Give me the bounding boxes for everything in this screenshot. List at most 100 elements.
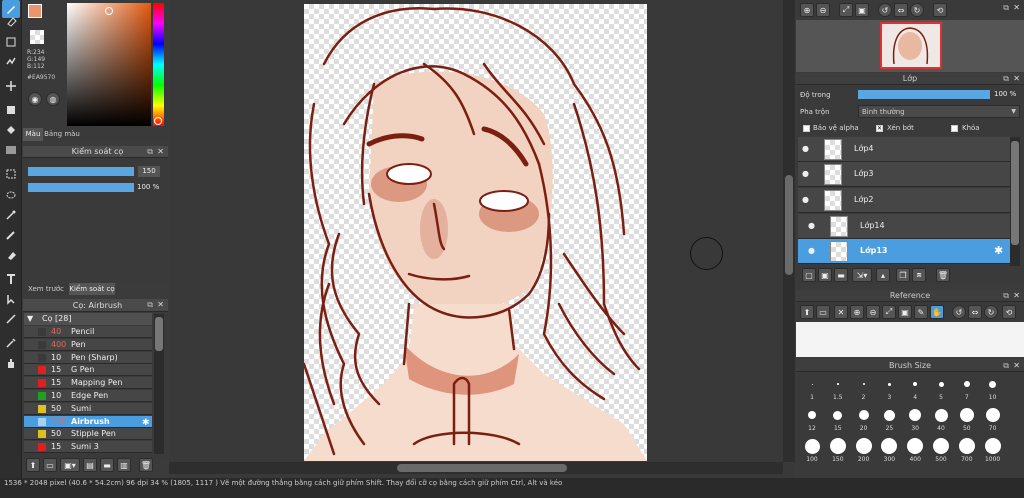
brush-size-preset[interactable]: 4 (903, 374, 927, 404)
delete-layer-icon[interactable]: 🗑 (936, 268, 950, 282)
canvas-vertical-scrollbar[interactable] (783, 0, 795, 462)
tab-color[interactable]: Màu (23, 128, 43, 141)
maximize-icon[interactable]: ⧉ (147, 300, 153, 310)
close-icon[interactable]: ✕ (157, 147, 164, 156)
color-mixer-icon[interactable]: ◍ (46, 92, 60, 106)
zoom-in-icon[interactable]: ⊕ (800, 3, 814, 17)
layer-list-scrollbar[interactable] (1010, 137, 1020, 267)
brush-size-preset[interactable]: 7 (955, 374, 979, 404)
maximize-icon[interactable]: ⧉ (1003, 74, 1009, 84)
move-tool-icon[interactable] (2, 77, 20, 95)
layer-opacity-slider[interactable] (858, 90, 990, 99)
layer-row[interactable]: ● Lớp4 (798, 137, 1010, 162)
tab-brush-control[interactable]: Kiểm soát cọ (69, 283, 115, 295)
lasso-select-tool-icon[interactable] (2, 186, 20, 204)
zoom-out-icon[interactable]: ⊖ (816, 3, 830, 17)
new-layer-copy-icon[interactable]: ▣ (818, 268, 832, 282)
actual-size-icon[interactable]: ▣ (855, 3, 869, 17)
add-brush-icon[interactable]: ⬆ (26, 458, 40, 472)
brush-list-item[interactable]: 150 Airbrush (24, 415, 152, 428)
navigator-preview-area[interactable] (796, 20, 1024, 72)
ref-load-icon[interactable]: ⬆ (800, 305, 814, 319)
layer-row[interactable]: ● Lớp13 (798, 239, 1010, 264)
brush-opacity-slider[interactable] (28, 183, 134, 192)
brush-size-preset[interactable]: 3 (877, 374, 901, 404)
select-pen-tool-icon[interactable] (2, 226, 20, 244)
ref-close-icon[interactable]: ✕ (834, 305, 848, 319)
navigator-thumbnail[interactable] (880, 22, 942, 69)
rotate-right-icon[interactable]: ↻ (910, 3, 924, 17)
close-icon[interactable]: ✕ (1013, 3, 1020, 12)
brush-size-preset[interactable]: 200 (852, 436, 876, 466)
maximize-icon[interactable]: ⧉ (1003, 361, 1009, 371)
brush-list-item[interactable]: 15 Sumi 3 (24, 441, 152, 454)
fit-window-icon[interactable]: ⤢ (839, 3, 853, 17)
ref-rotate-right-icon[interactable]: ↻ (984, 305, 998, 319)
transparent-color-swatch[interactable] (30, 30, 44, 44)
layer-settings-gear-icon[interactable]: ✱ (994, 244, 1003, 257)
tab-brush-preview[interactable]: Xem trước cọ (23, 283, 69, 305)
copy-brush-icon[interactable]: ▤ (83, 458, 97, 472)
divide-tool-icon[interactable] (2, 310, 20, 328)
brush-list-scrollbar[interactable] (154, 314, 164, 454)
brush-size-preset[interactable]: 150 (826, 436, 850, 466)
brush-list-item[interactable]: 40 Pencil (24, 326, 152, 338)
gradient-tool-icon[interactable] (2, 141, 20, 159)
brush-size-preset[interactable]: 15 (826, 405, 850, 435)
bucket-tool-icon[interactable] (2, 121, 20, 139)
brush-list-item[interactable]: 50 Sumi (24, 402, 152, 415)
brush-size-preset[interactable]: 2 (852, 374, 876, 404)
folder-icon[interactable]: ▭ (43, 458, 57, 472)
new-layer-icon[interactable]: ▢ (802, 268, 816, 282)
canvas-horizontal-scrollbar[interactable] (169, 462, 783, 474)
ref-flip-icon[interactable]: ⇔ (968, 305, 982, 319)
delete-brush-icon[interactable]: 🗑 (139, 458, 153, 472)
layer-row[interactable]: ● Lớp14 (798, 214, 1010, 239)
primary-color-swatch[interactable] (28, 4, 42, 18)
brush-size-preset[interactable]: 100 (800, 436, 824, 466)
brush-size-slider[interactable] (28, 167, 134, 176)
ref-open-icon[interactable]: ▭ (816, 305, 830, 319)
brush-list-item[interactable]: 15 G Pen (24, 364, 152, 377)
protect-alpha-checkbox[interactable] (803, 125, 810, 132)
brush-size-preset[interactable]: 25 (877, 405, 901, 435)
ref-actual-icon[interactable]: ▣ (898, 305, 912, 319)
maximize-icon[interactable]: ⧉ (1003, 291, 1009, 301)
saturation-value-picker[interactable] (67, 3, 151, 126)
eyedropper-tool-icon[interactable] (2, 334, 20, 352)
brush-list-item[interactable]: 10 Pen (Sharp) (24, 351, 152, 364)
ref-reset-icon[interactable]: ⟲ (1002, 305, 1016, 319)
ref-zoom-out-icon[interactable]: ⊖ (866, 305, 880, 319)
hue-slider[interactable] (153, 3, 164, 126)
brush-size-preset[interactable]: 40 (929, 405, 953, 435)
color-wheel-icon[interactable]: ◉ (28, 92, 42, 106)
brush-size-preset[interactable]: 50 (955, 405, 979, 435)
rect-fill-tool-icon[interactable] (2, 101, 20, 119)
brush-group-header[interactable]: ▼ Cọ [28] (24, 313, 152, 325)
blend-mode-select[interactable]: Bình thường ▼ (858, 105, 1020, 118)
lock-checkbox[interactable] (951, 125, 958, 132)
brush-size-preset[interactable]: 30 (903, 405, 927, 435)
layer-up-icon[interactable]: ▴ (876, 268, 890, 282)
merge-layer-icon[interactable]: ⧈ (912, 268, 926, 282)
ref-rotate-left-icon[interactable]: ↺ (952, 305, 966, 319)
brush-size-preset[interactable]: 1000 (981, 436, 1005, 466)
scrollbar-thumb[interactable] (155, 317, 163, 351)
close-icon[interactable]: ✕ (1013, 74, 1020, 83)
brush-list-item[interactable]: 10 Edge Pen (24, 390, 152, 402)
maximize-icon[interactable]: ⧉ (147, 147, 153, 157)
tab-palette[interactable]: Bảng màu (43, 128, 81, 141)
scrollbar-thumb[interactable] (1011, 141, 1019, 245)
brush-list-item[interactable]: 50 Stipple Pen (24, 428, 152, 441)
eraser-tool-icon[interactable] (2, 12, 20, 30)
duplicate-layer-icon[interactable]: ❐ (896, 268, 910, 282)
brush-size-preset[interactable]: 700 (955, 436, 979, 466)
brush-list-item[interactable]: 15 Mapping Pen (24, 377, 152, 390)
visibility-eye-icon[interactable]: ● (802, 169, 809, 178)
ref-hand-icon[interactable]: ✋ (930, 305, 944, 319)
reset-view-icon[interactable]: ⟲ (933, 3, 947, 17)
brush-size-preset[interactable]: 10 (981, 374, 1005, 404)
text-tool-icon[interactable] (2, 270, 20, 288)
brush-size-preset[interactable]: 5 (929, 374, 953, 404)
brush-size-value[interactable]: 150 (138, 166, 160, 177)
